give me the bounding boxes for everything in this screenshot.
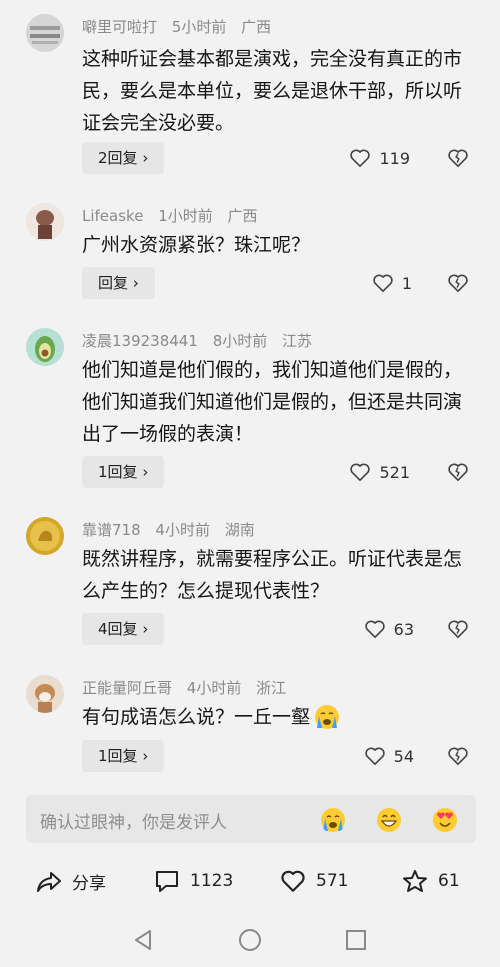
heart-icon <box>364 747 385 765</box>
chevron-right-icon: › <box>142 620 149 638</box>
comment-location: 广西 <box>241 18 272 36</box>
share-icon <box>37 871 61 892</box>
username[interactable]: Lifeaske <box>82 207 143 225</box>
reply-button[interactable]: 4回复 › <box>82 613 165 645</box>
dislike-button[interactable] <box>447 619 469 643</box>
reply-label: 1回复 <box>98 747 138 765</box>
comment-meta: 正能量阿丘哥 4小时前 浙江 <box>82 677 296 698</box>
comment-location: 浙江 <box>256 679 287 697</box>
comment-input[interactable]: 确认过眼神，你是发评人 <box>26 795 476 843</box>
like-button[interactable]: 119 <box>349 148 410 168</box>
comment-meta: 噼里可啦打 5小时前 广西 <box>82 16 281 37</box>
broken-heart-icon <box>448 747 468 765</box>
comment-time: 8小时前 <box>212 332 268 350</box>
comment-time: 4小时前 <box>186 679 242 697</box>
crying-emoji-icon[interactable] <box>320 807 346 833</box>
likes-count: 571 <box>316 871 349 891</box>
comment-time: 4小时前 <box>155 521 210 539</box>
username[interactable]: 正能量阿丘哥 <box>82 679 172 697</box>
comment-icon <box>156 871 178 892</box>
favorites-count: 61 <box>438 871 460 891</box>
system-nav-bar <box>0 915 500 967</box>
comment-text: 有句成语怎么说？一丘一壑 <box>82 701 472 733</box>
avatar[interactable] <box>26 328 64 366</box>
like-post-button[interactable]: 571 <box>280 869 348 893</box>
comment-text: 这种听证会基本都是演戏，完全没有真正的市民，要么是本单位，要么是退休干部，所以听… <box>82 48 463 134</box>
heart-icon <box>281 870 305 892</box>
reply-button[interactable]: 1回复 › <box>82 740 165 772</box>
avatar[interactable] <box>26 203 64 241</box>
comment-text: 广州水资源紧张？珠江呢？ <box>82 234 311 256</box>
dislike-button[interactable] <box>447 462 469 486</box>
dislike-button[interactable] <box>447 746 469 770</box>
heart-icon <box>364 620 385 638</box>
avatar[interactable] <box>26 517 64 555</box>
comment-meta: Lifeaske 1小时前 广西 <box>82 205 268 226</box>
comment-time: 1小时前 <box>158 207 213 225</box>
comment-location: 广西 <box>227 207 258 225</box>
bottom-action-bar: 分享 1123 571 61 <box>0 860 500 904</box>
comment-text-body: 有句成语怎么说？一丘一壑 <box>82 706 311 728</box>
chevron-right-icon: › <box>142 463 149 481</box>
like-count: 54 <box>393 746 414 766</box>
like-count: 521 <box>379 462 410 482</box>
reply-button[interactable]: 回复 › <box>82 267 155 299</box>
comments-button[interactable]: 1123 <box>154 869 233 893</box>
comment-location: 湖南 <box>224 521 255 539</box>
dislike-button[interactable] <box>447 273 469 297</box>
avatar[interactable] <box>26 14 64 52</box>
avatar[interactable] <box>26 675 64 713</box>
reply-button[interactable]: 2回复 › <box>82 142 165 174</box>
like-count: 119 <box>379 148 410 168</box>
reply-label: 1回复 <box>98 463 138 481</box>
recent-apps-icon[interactable] <box>345 929 367 951</box>
reply-label: 回复 <box>98 274 129 292</box>
broken-heart-icon <box>448 149 468 167</box>
broken-heart-icon <box>448 463 468 481</box>
heart-eyes-emoji-icon[interactable] <box>432 807 458 833</box>
username[interactable]: 靠谱718 <box>82 521 141 539</box>
reply-label: 4回复 <box>98 620 138 638</box>
chevron-right-icon: › <box>132 274 139 292</box>
comment-text: 他们知道是他们假的，我们知道他们是假的，他们知道我们知道他们是假的，但还是共同演… <box>82 359 463 445</box>
username[interactable]: 噼里可啦打 <box>82 18 157 36</box>
share-label: 分享 <box>72 874 106 894</box>
back-icon[interactable] <box>132 928 154 952</box>
comments-count: 1123 <box>190 871 234 891</box>
heart-icon <box>350 149 371 167</box>
grinning-emoji-icon[interactable] <box>376 807 402 833</box>
star-icon <box>403 870 427 892</box>
broken-heart-icon <box>448 620 468 638</box>
crying-emoji-icon <box>315 705 340 729</box>
comment-input-placeholder: 确认过眼神，你是发评人 <box>40 813 227 833</box>
home-icon[interactable] <box>238 928 262 952</box>
like-button[interactable]: 54 <box>364 746 414 766</box>
heart-icon <box>373 274 393 292</box>
chevron-right-icon: › <box>142 149 149 167</box>
reply-label: 2回复 <box>98 149 138 167</box>
comment-meta: 靠谱718 4小时前 湖南 <box>82 519 265 540</box>
like-button[interactable]: 63 <box>364 619 414 639</box>
comment-meta: 凌晨139238441 8小时前 江苏 <box>82 330 322 351</box>
like-button[interactable]: 521 <box>349 462 410 482</box>
comment-time: 5小时前 <box>171 18 227 36</box>
username[interactable]: 凌晨139238441 <box>82 332 198 350</box>
like-button[interactable]: 1 <box>372 273 412 293</box>
comment-text: 既然讲程序，就需要程序公正。听证代表是怎么产生的？怎么提现代表性？ <box>82 548 463 602</box>
chevron-right-icon: › <box>142 747 149 765</box>
broken-heart-icon <box>448 274 468 292</box>
like-count: 1 <box>401 273 412 293</box>
comment-location: 江苏 <box>282 332 313 350</box>
heart-icon <box>350 463 371 481</box>
dislike-button[interactable] <box>447 148 469 172</box>
share-button[interactable]: 分享 <box>36 869 106 894</box>
like-count: 63 <box>393 619 414 639</box>
reply-button[interactable]: 1回复 › <box>82 456 165 488</box>
favorite-button[interactable]: 61 <box>402 869 460 893</box>
